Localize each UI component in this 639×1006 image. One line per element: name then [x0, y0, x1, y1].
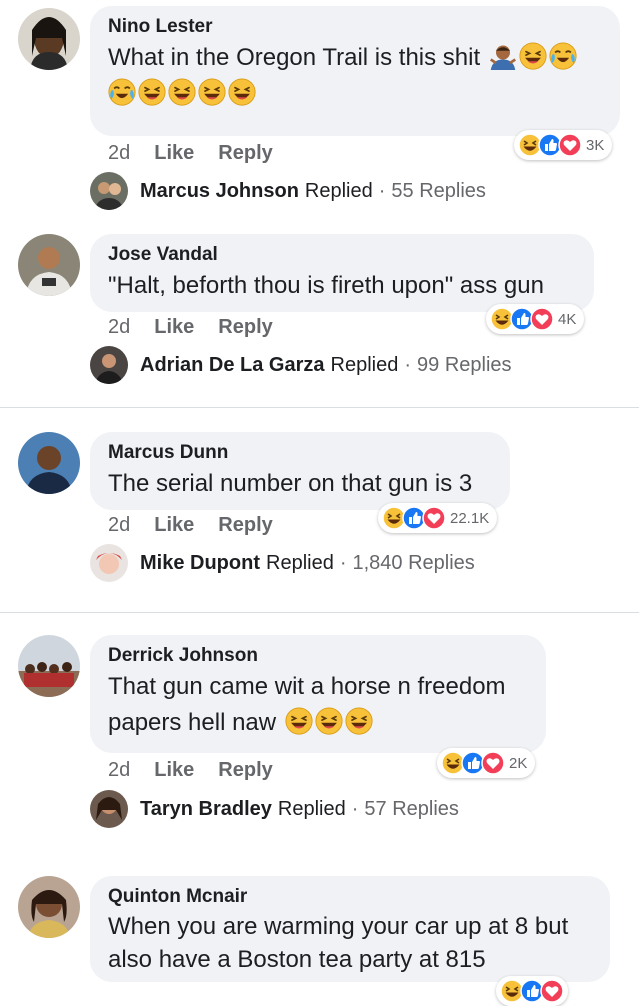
laughing-icon	[345, 707, 373, 735]
comment-author[interactable]: Quinton Mcnair	[108, 884, 592, 910]
avatar[interactable]	[18, 8, 80, 70]
reply-author: Adrian De La Garza	[140, 353, 325, 376]
reply-author: Mike Dupont	[140, 551, 260, 574]
timestamp[interactable]: 2d	[108, 316, 130, 338]
comment-author[interactable]: Marcus Dunn	[108, 440, 492, 466]
reaction-count: 4K	[558, 310, 577, 328]
reply-button[interactable]: Reply	[218, 759, 272, 781]
love-reaction-icon	[558, 133, 582, 157]
comment-author[interactable]: Jose Vandal	[108, 242, 576, 268]
avatar[interactable]	[18, 234, 80, 296]
replied-label: Replied	[266, 551, 334, 574]
view-replies-link[interactable]: Taryn Bradley Replied · 57 Replies	[90, 790, 459, 828]
reaction-count: 2K	[509, 754, 528, 772]
comment-text-line: papers hell naw	[108, 709, 277, 736]
comment-actions: 2d Like Reply	[108, 316, 297, 339]
comment-actions: 2d Like Reply	[108, 759, 297, 782]
like-button[interactable]: Like	[154, 759, 194, 781]
reaction-count: 22.1K	[450, 509, 490, 527]
comment-author[interactable]: Nino Lester	[108, 14, 602, 40]
divider	[0, 407, 639, 408]
comment-text: "Halt, beforth thou is fireth upon" ass …	[108, 272, 544, 299]
separator-dot: ·	[351, 797, 359, 820]
reply-avatar	[90, 790, 128, 828]
reply-button[interactable]: Reply	[218, 142, 272, 164]
laughing-icon	[285, 707, 313, 735]
reaction-summary[interactable]: 22.1K	[378, 503, 498, 533]
comment-text-line: What in the Oregon Trail is this shit	[108, 44, 481, 71]
view-replies-link[interactable]: Mike Dupont Replied · 1,840 Replies	[90, 544, 475, 582]
reply-count: 55 Replies	[391, 179, 486, 202]
shrug-icon	[489, 42, 517, 70]
laughing-icon	[315, 707, 343, 735]
love-reaction-icon	[481, 751, 505, 775]
avatar[interactable]	[18, 635, 80, 697]
reply-avatar	[90, 346, 128, 384]
comment-text-line: also have a Boston tea party at 815	[108, 946, 486, 973]
divider	[0, 612, 639, 613]
reply-avatar	[90, 544, 128, 582]
replied-label: Replied	[277, 797, 346, 820]
replied-label: Replied	[304, 179, 373, 202]
laughing-icon	[198, 78, 226, 106]
timestamp[interactable]: 2d	[108, 142, 130, 164]
comment-actions: 2d Like Reply	[108, 514, 297, 537]
reply-button[interactable]: Reply	[218, 316, 272, 338]
reaction-summary[interactable]	[496, 976, 568, 1006]
like-button[interactable]: Like	[154, 514, 194, 536]
separator-dot: ·	[378, 179, 386, 202]
reaction-summary[interactable]: 4K	[486, 304, 585, 334]
comment-bubble: Quinton Mcnair When you are warming your…	[90, 876, 610, 982]
love-reaction-icon	[422, 506, 446, 530]
comment-text: The serial number on that gun is 3	[108, 470, 473, 497]
laughing-icon	[228, 78, 256, 106]
reply-author: Taryn Bradley	[140, 797, 272, 820]
view-replies-link[interactable]: Adrian De La Garza Replied · 99 Replies	[90, 346, 512, 384]
timestamp[interactable]: 2d	[108, 759, 130, 781]
comment-text: When you are warming your car up at 8 bu…	[108, 910, 592, 976]
comment-bubble: Nino Lester What in the Oregon Trail is …	[90, 6, 620, 136]
separator-dot: ·	[339, 551, 347, 574]
laughing-icon	[168, 78, 196, 106]
view-replies-link[interactable]: Marcus Johnson Replied · 55 Replies	[90, 172, 486, 210]
reaction-summary[interactable]: 2K	[437, 748, 536, 778]
timestamp[interactable]: 2d	[108, 514, 130, 536]
comment-text-line: That gun came wit a horse n freedom	[108, 673, 506, 700]
avatar[interactable]	[18, 432, 80, 494]
reply-author: Marcus Johnson	[140, 179, 299, 202]
reply-button[interactable]: Reply	[218, 514, 272, 536]
comment-bubble: Marcus Dunn The serial number on that gu…	[90, 432, 510, 510]
comment-text: What in the Oregon Trail is this shit	[108, 40, 602, 112]
reply-count: 57 Replies	[364, 797, 459, 820]
love-reaction-icon	[530, 307, 554, 331]
laughing-icon	[138, 78, 166, 106]
avatar[interactable]	[18, 876, 80, 938]
reply-count: 1,840 Replies	[352, 551, 475, 574]
comment-text: That gun came wit a horse n freedom pape…	[108, 669, 528, 741]
replied-label: Replied	[330, 353, 399, 376]
crying-laughing-icon	[108, 78, 136, 106]
reaction-summary[interactable]: 3K	[514, 130, 613, 160]
reaction-count: 3K	[586, 136, 605, 154]
reply-avatar	[90, 172, 128, 210]
crying-laughing-icon	[549, 42, 577, 70]
comment-bubble: Jose Vandal "Halt, beforth thou is firet…	[90, 234, 594, 312]
separator-dot: ·	[404, 353, 412, 376]
comment-author[interactable]: Derrick Johnson	[108, 643, 528, 669]
comment-actions: 2d Like Reply	[108, 142, 297, 165]
like-button[interactable]: Like	[154, 316, 194, 338]
love-reaction-icon	[540, 979, 564, 1003]
laughing-icon	[519, 42, 547, 70]
comment-text-line: When you are warming your car up at 8 bu…	[108, 913, 569, 940]
like-button[interactable]: Like	[154, 142, 194, 164]
reply-count: 99 Replies	[417, 353, 512, 376]
comment-bubble: Derrick Johnson That gun came wit a hors…	[90, 635, 546, 753]
